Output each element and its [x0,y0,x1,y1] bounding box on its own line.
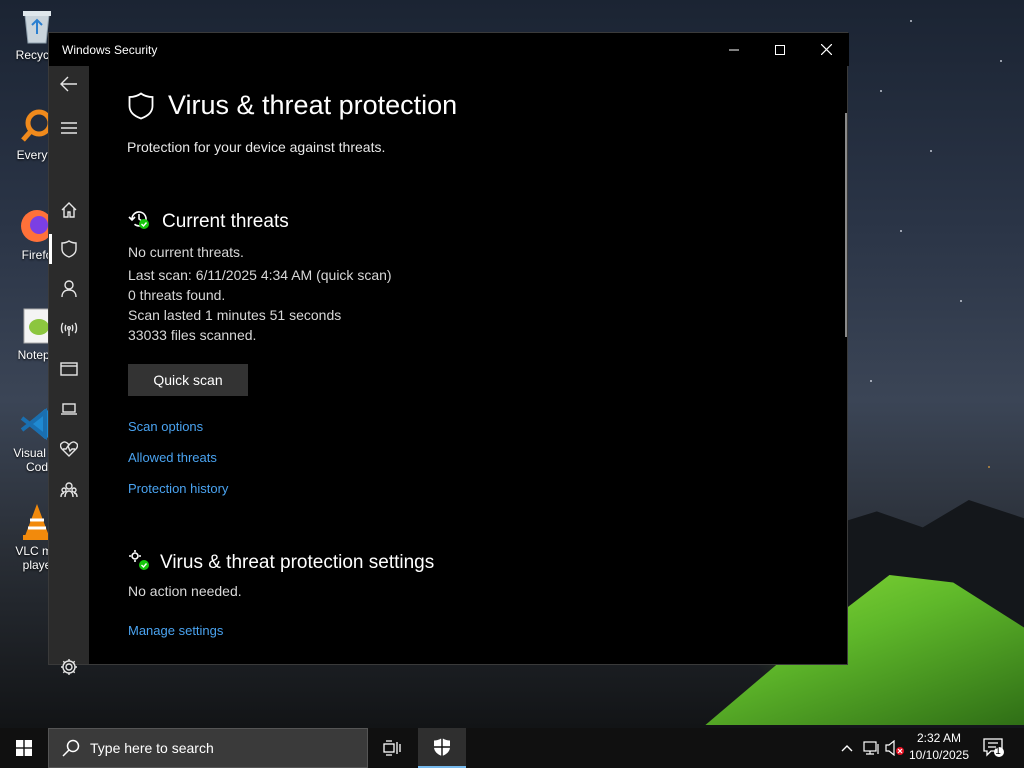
hamburger-menu-icon [61,122,77,134]
nav-app-browser-control[interactable] [49,351,89,387]
taskbar-search-box[interactable]: Type here to search [48,728,368,768]
window-title: Windows Security [62,42,158,57]
maximize-icon [775,44,785,55]
search-icon [62,739,80,757]
notification-count: 1 [995,746,1001,757]
allowed-threats-link[interactable]: Allowed threats [128,450,217,465]
back-button[interactable] [49,66,89,102]
minimize-button[interactable] [711,33,757,66]
clock-date: 10/10/2025 [908,748,970,762]
task-view-icon [383,740,401,756]
protection-history-link[interactable]: Protection history [128,481,228,496]
nav-virus-threat-protection[interactable] [49,231,89,267]
shield-icon [434,738,450,756]
menu-button[interactable] [49,110,89,146]
maximize-button[interactable] [757,33,803,66]
taskbar: Type here to search 2:32 AM 10/10/2025 1 [0,728,1024,768]
nav-device-performance[interactable] [49,431,89,467]
clock-time: 2:32 AM [916,731,962,745]
show-hidden-icons-button[interactable] [838,728,856,768]
taskbar-clock[interactable]: 2:32 AM 10/10/2025 [900,730,978,764]
taskbar-windows-security[interactable] [418,728,466,768]
quick-scan-button[interactable]: Quick scan [128,364,248,396]
windows-logo-icon [16,740,32,756]
home-icon [61,202,77,218]
wireless-signal-icon [60,322,78,336]
nav-home[interactable] [49,192,89,228]
shield-icon [61,240,77,258]
laptop-icon [61,403,77,415]
manage-settings-link[interactable]: Manage settings [128,623,223,638]
network-icon [863,741,879,755]
nav-account-protection[interactable] [49,271,89,307]
title-bar[interactable]: Windows Security [49,33,849,66]
windows-security-window: Windows Security [48,32,849,675]
heart-health-icon [60,441,78,457]
nav-device-security[interactable] [49,391,89,427]
content-scrollbar[interactable] [845,113,847,337]
task-view-button[interactable] [368,728,416,768]
back-arrow-icon [60,76,77,92]
navigation-rail [49,66,89,675]
search-placeholder: Type here to search [90,740,214,756]
minimize-icon [729,49,739,50]
nav-settings[interactable] [49,649,89,685]
network-tray-button[interactable] [860,728,882,768]
chevron-up-icon [841,745,853,752]
person-icon [61,280,77,298]
family-icon [60,482,78,498]
start-button[interactable] [0,728,48,768]
nav-firewall-network[interactable] [49,311,89,347]
nav-family-options[interactable] [49,472,89,508]
scan-options-link[interactable]: Scan options [128,419,203,434]
close-icon [820,44,832,55]
browser-window-icon [60,362,78,376]
action-center-button[interactable]: 1 [980,728,1008,768]
close-button[interactable] [803,33,849,66]
gear-icon [61,659,77,675]
